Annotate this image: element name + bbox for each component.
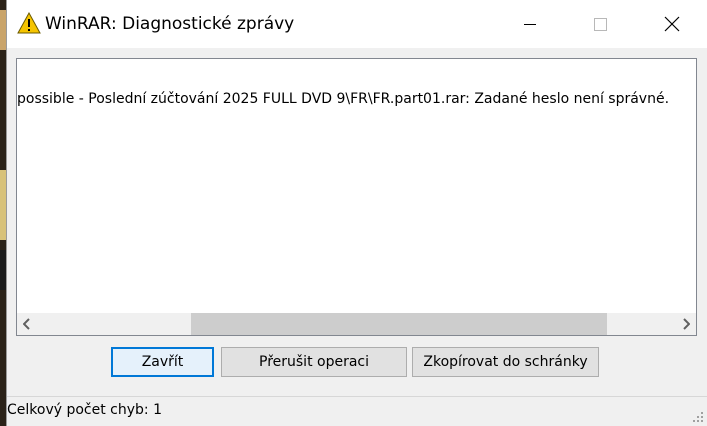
scroll-right-button[interactable] [676,313,696,335]
title-bar[interactable]: WinRAR: Diagnostické zprávy [7,0,707,48]
status-bar: Celkový počet chyb: 1 [7,396,707,426]
scrollbar-thumb[interactable] [191,313,607,335]
diagnostic-messages-window: WinRAR: Diagnostické zprávy possible - P… [6,0,707,426]
close-icon [664,16,680,32]
minimize-icon [524,23,536,25]
resize-grip-icon[interactable] [693,412,703,422]
warning-icon [17,12,41,34]
error-count: Celkový počet chyb: 1 [7,402,162,418]
close-button[interactable]: Zavřít [111,347,214,377]
window-title: WinRAR: Diagnostické zprávy [45,14,295,34]
message-list[interactable]: possible - Poslední zúčtování 2025 FULL … [16,58,697,336]
abort-operation-button[interactable]: Přerušit operaci [221,347,407,377]
maximize-icon [593,17,607,31]
chevron-right-icon [683,318,690,330]
minimize-button[interactable] [507,0,553,48]
message-line[interactable]: possible - Poslední zúčtování 2025 FULL … [17,91,669,107]
chevron-left-icon [23,318,30,330]
close-window-button[interactable] [649,0,695,48]
copy-to-clipboard-button[interactable]: Zkopírovat do schránky [412,347,599,377]
scroll-left-button[interactable] [17,313,37,335]
horizontal-scrollbar[interactable] [17,313,696,335]
maximize-button[interactable] [577,0,623,48]
